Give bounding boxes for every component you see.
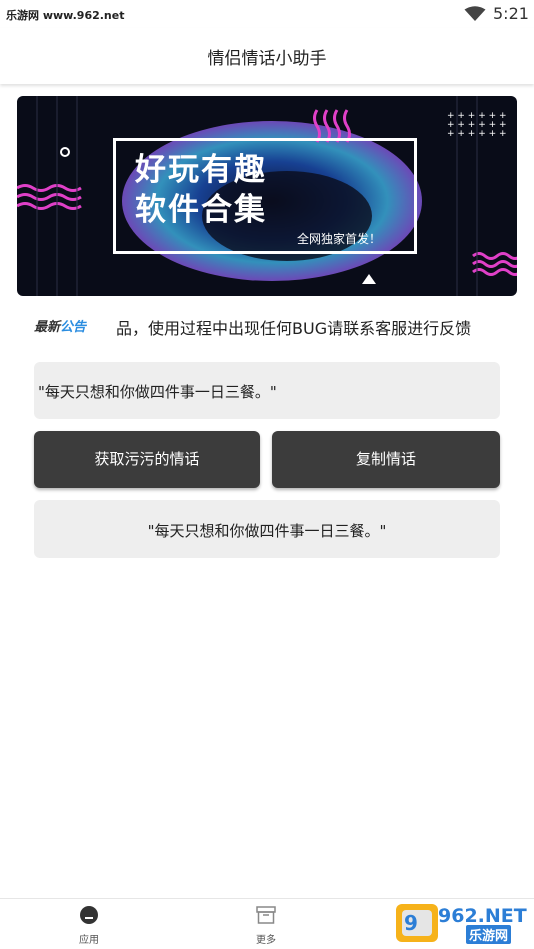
quote-result: "每天只想和你做四件事一日三餐。" [34,500,500,558]
nav-label-apps: 应用 [79,935,99,946]
banner-tag: 全网独家首发！ [297,232,382,246]
nav-label-more: 更多 [256,935,276,946]
promo-banner[interactable]: + + + + + + + + + + + + + + + + + + 好玩有趣… [17,96,517,296]
quote-text: "每天只想和你做四件事一日三餐。" [38,383,277,401]
quote-result-text: "每天只想和你做四件事一日三餐。" [147,522,387,540]
banner-title-line1: 好玩有趣 [135,152,267,188]
site-label: 乐游网 www.962.net [6,9,125,22]
quote-display: "每天只想和你做四件事一日三餐。" [34,362,500,419]
watermark-sub: 乐游网 [466,925,512,944]
copy-quote-button[interactable]: 复制情话 [272,431,500,488]
page-title: 情侣情话小助手 [207,49,327,69]
banner-title-line2: 软件合集 [135,192,267,228]
box-icon [256,906,276,924]
get-quote-button[interactable]: 获取污污的情话 [34,431,260,488]
app-bar: 情侣情话小助手 [0,28,534,84]
nav-item-apps[interactable]: 应用 [59,905,119,946]
apps-icon [80,906,98,924]
nav-item-more[interactable]: 更多 [236,905,296,946]
status-bar: 乐游网 www.962.net 5:21 [0,0,534,28]
watermark-brand: 962.NET [438,905,527,927]
svg-text:9: 9 [404,911,418,935]
notice-badge-part1: 最新 [34,320,61,335]
notice-marquee: 最新公告 品，使用过程中出现任何BUG请联系客服进行反馈 [34,312,504,340]
notice-badge: 最新公告 [34,316,86,335]
notice-text: 品，使用过程中出现任何BUG请联系客服进行反馈 [116,319,472,338]
notice-badge-part2: 公告 [60,320,87,335]
wifi-icon [464,6,486,21]
status-time: 5:21 [493,4,529,23]
